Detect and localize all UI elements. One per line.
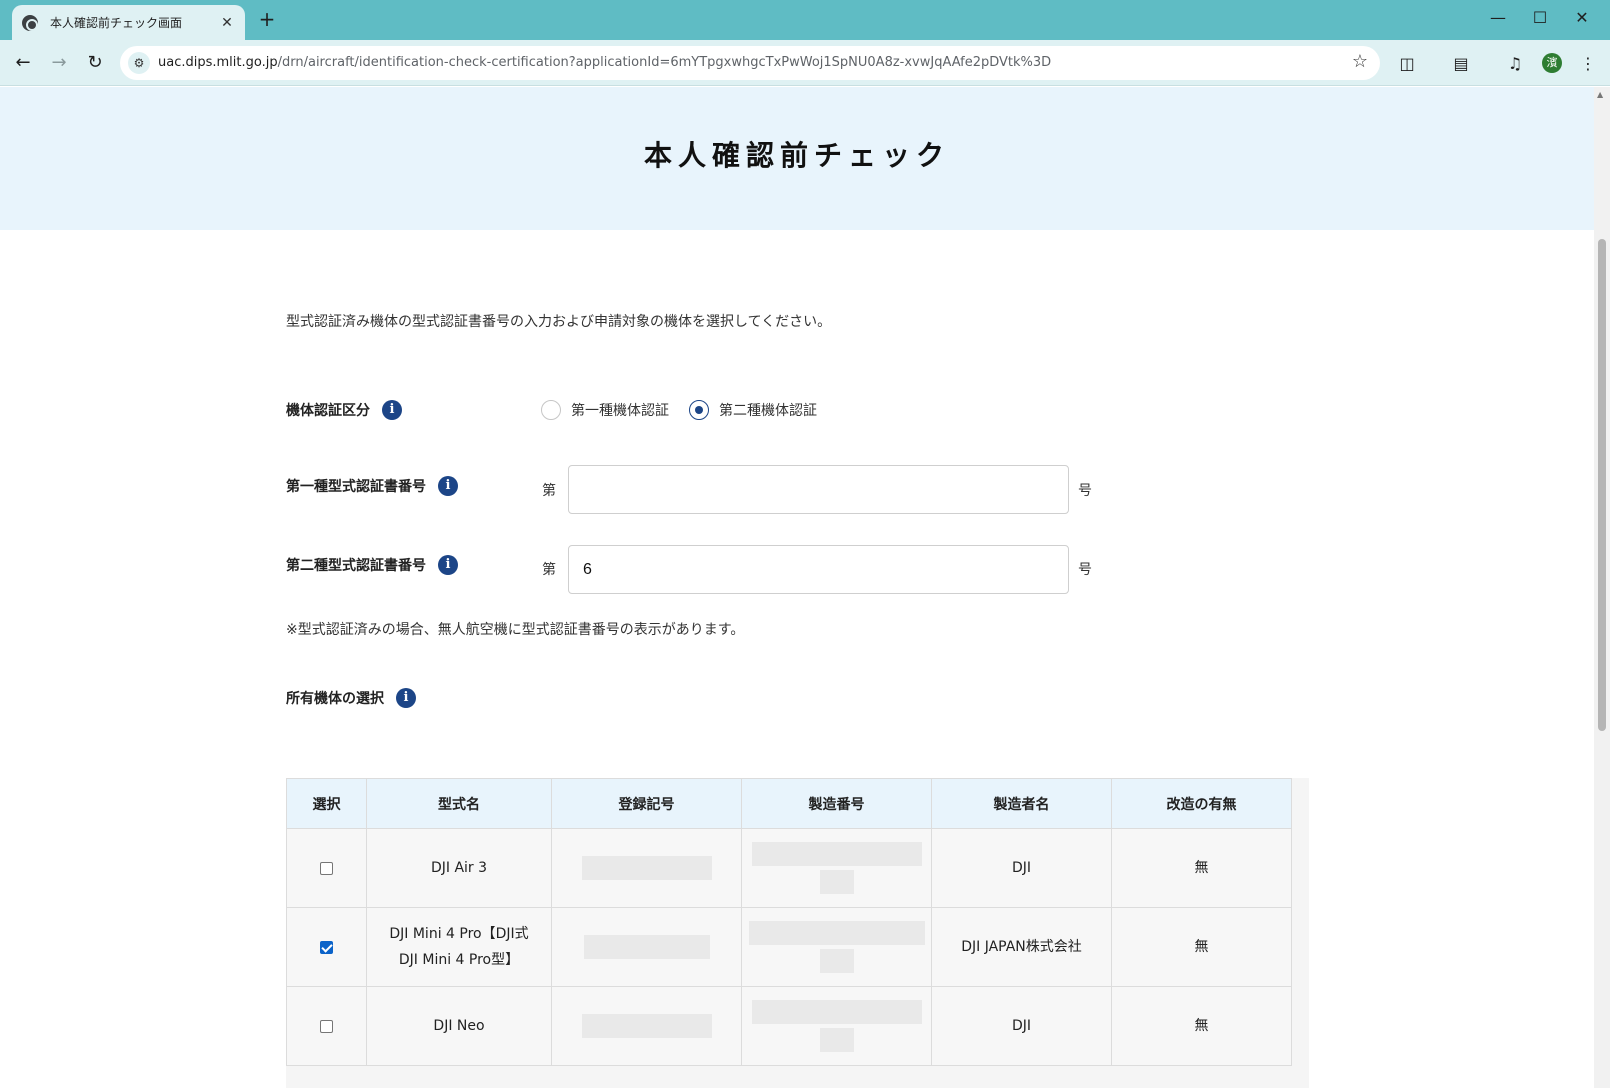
- model-line: DJI Mini 4 Pro【DJI式: [389, 926, 529, 942]
- extensions-icon[interactable]: ◫: [1395, 52, 1419, 76]
- category-label-row: 機体認証区分 i: [286, 400, 402, 420]
- back-icon[interactable]: ←: [10, 50, 36, 76]
- owned-aircraft-table: 選択 型式名 登録記号 製造番号 製造者名 改造の有無 DJI Air 3 DJ…: [286, 778, 1292, 1066]
- maximize-icon[interactable]: ☐: [1520, 8, 1560, 32]
- registration-cell: [551, 828, 742, 908]
- address-bar[interactable]: ⚙ uac.dips.mlit.go.jp/drn/aircraft/ident…: [120, 46, 1380, 80]
- radio-type2[interactable]: [689, 400, 709, 420]
- col-header-registration: 登録記号: [551, 778, 742, 829]
- type2-cert-label: 第二種型式認証書番号: [286, 558, 426, 574]
- new-tab-button[interactable]: +: [256, 9, 278, 31]
- globe-icon: [22, 14, 38, 31]
- redacted-block: [819, 949, 854, 973]
- table-row: DJI Mini 4 Pro【DJI式 DJI Mini 4 Pro型】 DJI …: [286, 907, 1292, 987]
- category-radio-group: 第一種機体認証 第二種機体認証: [541, 400, 837, 420]
- forward-icon[interactable]: →: [46, 50, 72, 76]
- select-cell: [286, 828, 367, 908]
- owned-label-row: 所有機体の選択 i: [286, 688, 416, 708]
- reload-icon[interactable]: ↻: [82, 50, 108, 76]
- scroll-up-icon[interactable]: ▲: [1597, 90, 1603, 99]
- info-icon[interactable]: i: [438, 555, 458, 575]
- maker-cell: DJI: [931, 828, 1112, 908]
- select-checkbox[interactable]: [320, 861, 333, 875]
- info-icon[interactable]: i: [396, 688, 416, 708]
- radio-type1-label[interactable]: 第一種機体認証: [571, 400, 669, 420]
- tab-title: 本人確認前チェック画面: [50, 16, 183, 30]
- cert-note: ※型式認証済みの場合、無人航空機に型式認証書番号の表示があります。: [286, 622, 745, 638]
- url-host: uac.dips.mlit.go.jp: [158, 55, 278, 70]
- serial-cell: [741, 828, 932, 908]
- model-cell: DJI Mini 4 Pro【DJI式 DJI Mini 4 Pro型】: [366, 907, 552, 987]
- browser-toolbar: ← → ↻ ⚙ uac.dips.mlit.go.jp/drn/aircraft…: [0, 40, 1610, 86]
- redacted-block: [581, 1014, 712, 1038]
- intro-text: 型式認証済み機体の型式認証書番号の入力および申請対象の機体を選択してください。: [286, 314, 832, 330]
- menu-icon[interactable]: ⋮: [1576, 52, 1600, 76]
- maker-cell: DJI: [931, 986, 1112, 1066]
- type1-cert-label: 第一種型式認証書番号: [286, 479, 426, 495]
- radio-type1[interactable]: [541, 400, 561, 420]
- info-icon[interactable]: i: [438, 476, 458, 496]
- registration-cell: [551, 986, 742, 1066]
- select-checkbox[interactable]: [320, 940, 333, 954]
- browser-tab[interactable]: 本人確認前チェック画面 ✕: [12, 5, 245, 40]
- redacted-block: [581, 856, 712, 880]
- maker-cell: DJI JAPAN株式会社: [931, 907, 1112, 987]
- redacted-block: [748, 921, 925, 945]
- model-line: DJI Mini 4 Pro型】: [398, 952, 520, 968]
- modified-cell: 無: [1111, 828, 1292, 908]
- radio-type2-label[interactable]: 第二種機体認証: [719, 400, 817, 420]
- page-scrollbar[interactable]: ▲: [1594, 87, 1610, 1088]
- browser-tab-strip: 本人確認前チェック画面 ✕ + — ☐ ✕: [0, 0, 1610, 40]
- bookmark-star-icon[interactable]: ☆: [1352, 51, 1368, 72]
- redacted-block: [819, 870, 854, 894]
- site-info-icon[interactable]: ⚙: [128, 52, 150, 74]
- type1-cert-input[interactable]: [568, 465, 1069, 514]
- model-cell: DJI Air 3: [366, 828, 552, 908]
- redacted-block: [751, 1000, 922, 1024]
- select-cell: [286, 986, 367, 1066]
- modified-cell: 無: [1111, 986, 1292, 1066]
- category-label: 機体認証区分: [286, 403, 370, 419]
- page-viewport: 本人確認前チェック 型式認証済み機体の型式認証書番号の入力および申請対象の機体を…: [0, 87, 1594, 1088]
- tab-search-icon[interactable]: ▤: [1449, 52, 1473, 76]
- col-header-maker: 製造者名: [931, 778, 1112, 829]
- owned-label: 所有機体の選択: [286, 691, 384, 707]
- col-header-serial: 製造番号: [741, 778, 932, 829]
- select-cell: [286, 907, 367, 987]
- redacted-block: [819, 1028, 854, 1052]
- model-cell: DJI Neo: [366, 986, 552, 1066]
- type2-cert-input[interactable]: [568, 545, 1069, 594]
- type1-cert-suffix: 号: [1078, 483, 1092, 499]
- type1-cert-prefix: 第: [542, 483, 556, 499]
- url-text[interactable]: uac.dips.mlit.go.jp/drn/aircraft/identif…: [158, 55, 1051, 70]
- close-window-icon[interactable]: ✕: [1562, 8, 1602, 32]
- col-header-model: 型式名: [366, 778, 552, 829]
- info-icon[interactable]: i: [382, 400, 402, 420]
- type2-cert-label-row: 第二種型式認証書番号 i: [286, 555, 458, 575]
- serial-cell: [741, 907, 932, 987]
- tab-close-icon[interactable]: ✕: [219, 15, 235, 31]
- owned-aircraft-table-wrap: 選択 型式名 登録記号 製造番号 製造者名 改造の有無 DJI Air 3 DJ…: [286, 778, 1309, 1088]
- col-header-modified: 改造の有無: [1111, 778, 1292, 829]
- type2-cert-suffix: 号: [1078, 562, 1092, 578]
- minimize-icon[interactable]: —: [1478, 8, 1518, 32]
- redacted-block: [751, 842, 922, 866]
- table-row: DJI Air 3 DJI 無: [286, 828, 1292, 908]
- type1-cert-label-row: 第一種型式認証書番号 i: [286, 476, 458, 496]
- page-header: 本人確認前チェック: [0, 87, 1594, 230]
- profile-avatar[interactable]: 濱: [1542, 53, 1562, 73]
- media-control-icon[interactable]: ♫: [1503, 52, 1527, 76]
- col-header-select: 選択: [286, 778, 367, 829]
- url-path: /drn/aircraft/identification-check-certi…: [277, 55, 1052, 70]
- select-checkbox[interactable]: [320, 1019, 333, 1033]
- type2-cert-prefix: 第: [542, 562, 556, 578]
- modified-cell: 無: [1111, 907, 1292, 987]
- table-header-row: 選択 型式名 登録記号 製造番号 製造者名 改造の有無: [286, 778, 1292, 829]
- serial-cell: [741, 986, 932, 1066]
- page-title: 本人確認前チェック: [643, 139, 950, 172]
- table-row: DJI Neo DJI 無: [286, 986, 1292, 1066]
- redacted-block: [583, 935, 710, 959]
- scrollbar-thumb[interactable]: [1598, 239, 1606, 731]
- registration-cell: [551, 907, 742, 987]
